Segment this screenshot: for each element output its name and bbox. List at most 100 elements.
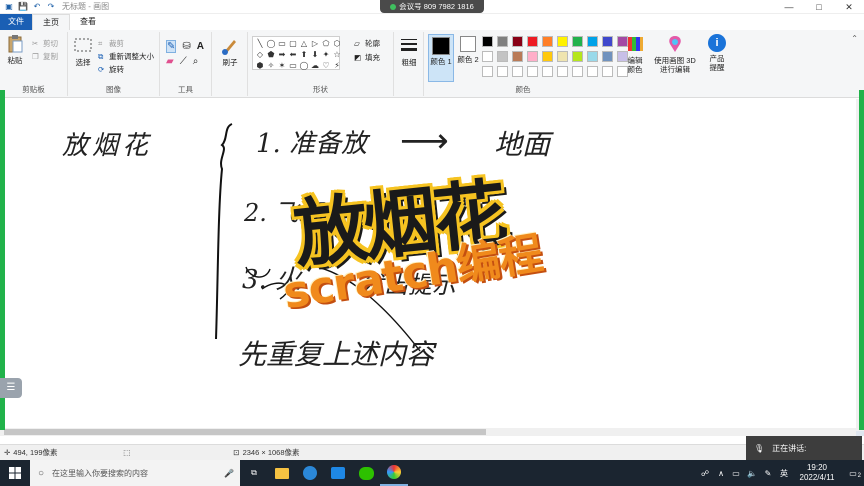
resize-button[interactable]: ⧉ 重新调整大小 bbox=[98, 51, 154, 62]
magnifier-icon[interactable]: ⌕ bbox=[193, 56, 199, 67]
browser-icon[interactable] bbox=[296, 460, 324, 486]
color-picker-icon[interactable]: ⟋ bbox=[180, 56, 187, 67]
tab-file[interactable]: 文件 bbox=[0, 14, 32, 30]
fill-bucket-icon[interactable]: ⛁ bbox=[182, 41, 190, 52]
shape-option[interactable]: ⬡ bbox=[332, 39, 342, 49]
shape-option[interactable]: ⬢ bbox=[255, 61, 265, 71]
paste-label: 粘贴 bbox=[7, 56, 23, 65]
redo-icon[interactable]: ↷ bbox=[46, 2, 56, 12]
windows-logo-icon bbox=[9, 467, 21, 479]
product-alert-label: 产品提醒 bbox=[709, 54, 725, 72]
clipboard-icon bbox=[8, 35, 23, 53]
shape-option[interactable]: ╲ bbox=[255, 39, 265, 49]
shapes-gallery[interactable]: ╲ ◯ ▭ ▢ △ ▷ ⬠ ⬡ ◇ ⬟ ➡ ⬅ ⬆ ⬇ ✦ ☆ ⬢ ✧ ✶ ▭ ◯ ☁ ♡ ⚡ bbox=[252, 36, 342, 71]
microphone-icon: 🎙 bbox=[754, 443, 765, 453]
screen-share-border-right bbox=[859, 90, 864, 430]
shape-option[interactable]: ⬅ bbox=[288, 50, 298, 60]
horizontal-scrollbar[interactable] bbox=[0, 428, 856, 436]
meeting-id-banner[interactable]: 会议号 809 7982 1816 bbox=[380, 0, 484, 13]
volume-icon[interactable]: 🔈 bbox=[744, 469, 760, 478]
taskbar: ○ 在这里输入你要搜索的内容 🎤 ⧉ ☍ ∧ ▭ 🔈 ✎ 英 19:20 202… bbox=[0, 460, 864, 486]
scissors-icon: ✂ bbox=[32, 39, 39, 48]
close-button[interactable]: ✕ bbox=[834, 0, 864, 14]
undo-icon[interactable]: ↶ bbox=[32, 2, 42, 12]
brushes-button[interactable]: 刷子 bbox=[218, 36, 242, 67]
fill-button[interactable]: ◩ 填充 bbox=[354, 52, 380, 63]
clock[interactable]: 19:20 2022/4/11 bbox=[792, 463, 842, 483]
side-menu-icon[interactable]: ☰ bbox=[0, 378, 22, 398]
tab-view[interactable]: 查看 bbox=[70, 14, 106, 30]
shape-option[interactable]: ◯ bbox=[266, 39, 276, 49]
size-group: 粗细 bbox=[394, 32, 424, 96]
shape-option[interactable]: ✶ bbox=[277, 61, 287, 71]
text-tool-icon[interactable]: A bbox=[197, 41, 204, 52]
eraser-icon[interactable]: ▰ bbox=[166, 56, 174, 67]
size-button[interactable]: 粗细 bbox=[397, 36, 421, 67]
cut-button[interactable]: ✂ 剪切 bbox=[32, 38, 58, 49]
rotate-button[interactable]: ⟳ 旋转 bbox=[98, 64, 124, 75]
shape-option[interactable]: ⬇ bbox=[310, 50, 320, 60]
shape-option[interactable]: ➡ bbox=[277, 50, 287, 60]
copy-button[interactable]: ❐ 复制 bbox=[32, 51, 58, 62]
resize-icon: ⧉ bbox=[98, 52, 104, 61]
shape-option[interactable]: ⬟ bbox=[266, 50, 276, 60]
paint3d-icon bbox=[669, 36, 681, 52]
paint-taskbar-icon[interactable] bbox=[380, 460, 408, 486]
paint3d-button[interactable]: 使用画图 3D 进行编辑 bbox=[652, 34, 698, 74]
select-button[interactable]: 选择 bbox=[72, 36, 94, 67]
pen-icon[interactable]: ✎ bbox=[760, 469, 776, 478]
microphone-search-icon[interactable]: 🎤 bbox=[224, 469, 234, 478]
rotate-icon: ⟳ bbox=[98, 65, 105, 74]
shape-option[interactable]: ⬠ bbox=[321, 39, 331, 49]
cut-label: 剪切 bbox=[43, 39, 58, 48]
paste-button[interactable]: 粘贴 bbox=[4, 34, 26, 65]
shape-option[interactable]: ♡ bbox=[321, 61, 331, 71]
system-tray: ☍ ∧ ▭ 🔈 ✎ 英 19:20 2022/4/11 ▭ 2 bbox=[696, 460, 864, 486]
paint-app-icon: ▣ bbox=[5, 2, 13, 11]
notification-icon[interactable]: ▭ 2 bbox=[842, 469, 864, 479]
shapes-group: ╲ ◯ ▭ ▢ △ ▷ ⬠ ⬡ ◇ ⬟ ➡ ⬅ ⬆ ⬇ ✦ ☆ ⬢ ✧ ✶ ▭ ◯ ☁ ♡ ⚡ ▱ 轮廓 ◩ 填充 形状 bbox=[248, 32, 394, 96]
clipboard-group: 粘贴 ✂ 剪切 ❐ 复制 剪贴板 bbox=[0, 32, 68, 96]
maximize-button[interactable]: □ bbox=[804, 0, 834, 14]
shape-option[interactable]: ▢ bbox=[288, 39, 298, 49]
taskbar-search[interactable]: ○ 在这里输入你要搜索的内容 🎤 bbox=[30, 460, 240, 486]
edit-colors-button[interactable]: 编辑颜色 bbox=[622, 34, 648, 74]
outline-button[interactable]: ▱ 轮廓 bbox=[354, 38, 380, 49]
canvas-size: 2346 × 1068像素 bbox=[242, 448, 300, 457]
shape-option[interactable]: ◯ bbox=[299, 61, 309, 71]
people-icon[interactable]: ☍ bbox=[696, 469, 714, 478]
minimize-button[interactable]: — bbox=[774, 0, 804, 14]
chevron-up-icon[interactable]: ∧ bbox=[714, 469, 728, 478]
image-group-label: 图像 bbox=[106, 85, 121, 94]
handwritten-step-1: 1. 准备放 bbox=[256, 129, 368, 159]
network-icon[interactable]: ▭ bbox=[728, 469, 744, 478]
product-alert-button[interactable]: i 产品提醒 bbox=[704, 34, 730, 72]
meeting-app-icon[interactable] bbox=[324, 460, 352, 486]
input-language[interactable]: 英 bbox=[776, 468, 792, 479]
crop-button[interactable]: ⌗ 裁剪 bbox=[98, 38, 124, 49]
shape-option[interactable]: ⚡ bbox=[332, 61, 342, 71]
shape-option[interactable]: ☁ bbox=[310, 61, 320, 71]
brush-icon bbox=[222, 40, 236, 55]
shape-option[interactable]: ☆ bbox=[332, 50, 342, 60]
file-explorer-icon[interactable] bbox=[268, 460, 296, 486]
wechat-icon[interactable] bbox=[352, 460, 380, 486]
shape-option[interactable]: ✦ bbox=[321, 50, 331, 60]
shape-option[interactable]: ⬆ bbox=[299, 50, 309, 60]
shape-option[interactable]: ✧ bbox=[266, 61, 276, 71]
shape-option[interactable]: ◇ bbox=[255, 50, 265, 60]
shape-option[interactable]: ▭ bbox=[288, 61, 298, 71]
collapse-ribbon-icon[interactable]: ⌃ bbox=[851, 34, 858, 43]
horizontal-scroll-thumb[interactable] bbox=[4, 429, 486, 435]
outline-label: 轮廓 bbox=[365, 39, 380, 48]
save-icon[interactable]: 💾 bbox=[18, 2, 28, 12]
shape-option[interactable]: ▷ bbox=[310, 39, 320, 49]
shape-option[interactable]: ▭ bbox=[277, 39, 287, 49]
start-button[interactable] bbox=[0, 460, 30, 486]
search-icon: ○ bbox=[38, 467, 45, 479]
tab-home[interactable]: 主页 bbox=[32, 14, 70, 30]
status-bar: ✛ 494, 199像素 ⬚ ⊡ 2346 × 1068像素 bbox=[0, 444, 864, 460]
task-view-icon[interactable]: ⧉ bbox=[240, 460, 268, 486]
shape-option[interactable]: △ bbox=[299, 39, 309, 49]
pencil-icon[interactable]: ✎ bbox=[166, 40, 177, 53]
